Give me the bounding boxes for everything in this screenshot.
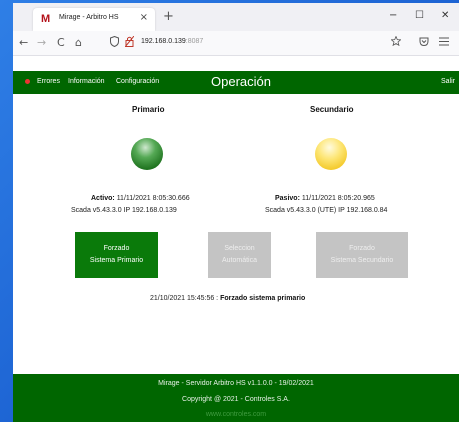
primary-status-lamp [131,138,163,170]
footer-link[interactable]: www.controles.com [13,411,459,418]
force-secondary-line2: Sistema Secundario [330,257,394,264]
footer-version: Mirage - Servidor Arbitro HS v1.1.0.0 - … [158,380,314,387]
footer-copyright: Copyright @ 2021 - Controles S.A. [182,396,290,403]
mirage-logo-icon: M [41,13,51,25]
menu-config[interactable]: Configuración [116,78,159,85]
navigation-bar: ← → C ⌂ 192.168.0.139:8087 [13,31,459,56]
maximize-button[interactable]: ☐ [415,10,424,21]
auto-select-line2: Automática [221,257,258,264]
menu-info[interactable]: Información [68,78,105,85]
reload-icon[interactable]: C [57,36,65,49]
primary-status-label: Activo: [91,195,115,202]
menu-icon[interactable] [439,36,449,49]
auto-select-line1: Seleccion [224,245,255,252]
secondary-status-label: Pasivo: [275,195,300,202]
tab-strip: M Mirage - Arbitro HS × + − ☐ ✕ [13,3,459,31]
close-window-button[interactable]: ✕ [441,10,449,21]
primary-timestamp: 11/11/2021 8:05:30.666 [116,195,190,202]
force-secondary-line1: Forzado [349,245,375,252]
minimize-button[interactable]: − [389,10,397,21]
force-primary-line1: Forzado [103,245,130,252]
auto-select-button[interactable]: Seleccion Automática [208,232,271,278]
tab-close-icon[interactable]: × [140,12,148,23]
home-icon[interactable]: ⌂ [75,36,82,49]
browser-tab[interactable]: M Mirage - Arbitro HS × [33,8,155,31]
pocket-icon[interactable] [419,36,429,49]
menu-exit[interactable]: Salir [441,78,455,85]
url-host: 192.168.0.139 [141,38,186,45]
browser-window: M Mirage - Arbitro HS × + − ☐ ✕ ← → C ⌂ … [13,3,459,422]
log-timestamp: 21/10/2021 15:45:56 : [150,295,219,302]
last-event-log: 21/10/2021 15:45:56 : Forzado sistema pr… [150,295,305,302]
secondary-scada: Scada v5.43.3.0 (UTE) IP 192.168.0.84 [265,207,388,214]
back-icon[interactable]: ← [19,36,28,49]
secondary-heading: Secundario [310,105,354,114]
url-port: :8087 [185,38,204,45]
error-indicator-icon [25,79,30,84]
primary-scada: Scada v5.43.3.0 IP 192.168.0.139 [71,207,177,214]
force-secondary-button[interactable]: Forzado Sistema Secundario [316,232,408,278]
secondary-status: Pasivo: 11/11/2021 8:05:20.965 [275,195,375,202]
log-message: Forzado sistema primario [220,295,306,302]
page-title: Operación [211,74,271,89]
tab-title: Mirage - Arbitro HS [59,14,119,21]
forward-icon[interactable]: → [37,36,46,49]
insecure-lock-icon[interactable] [124,35,135,50]
shield-icon[interactable] [110,35,119,50]
app-header: Errores Información Configuración Operac… [13,71,459,94]
menu-errors[interactable]: Errores [37,78,60,85]
secondary-timestamp: 11/11/2021 8:05:20.965 [301,195,375,202]
new-tab-button[interactable]: + [163,9,174,24]
bookmark-star-icon[interactable] [390,35,402,49]
primary-status: Activo: 11/11/2021 8:05:30.666 [91,195,190,202]
secondary-status-lamp [315,138,347,170]
force-primary-button[interactable]: Forzado Sistema Primario [75,232,158,278]
force-primary-line2: Sistema Primario [89,257,144,264]
footer: Mirage - Servidor Arbitro HS v1.1.0.0 - … [13,374,459,422]
url-bar[interactable]: 192.168.0.139:8087 [141,38,203,45]
primary-heading: Primario [132,105,165,114]
